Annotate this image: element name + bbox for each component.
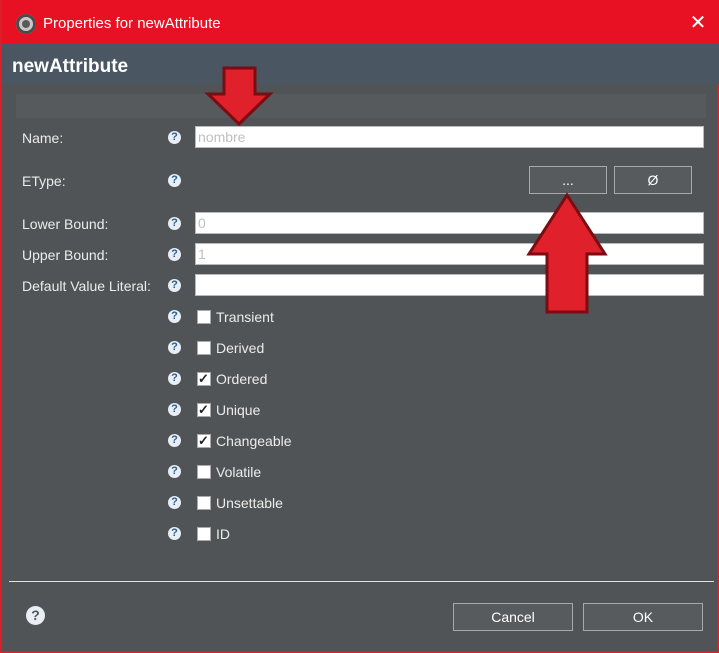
annotation-overlay [204,66,608,314]
red-arrow-down-icon [204,66,274,127]
properties-dialog: Properties for newAttribute ✕ newAttribu… [0,0,719,653]
red-arrow-up-icon [526,192,608,314]
